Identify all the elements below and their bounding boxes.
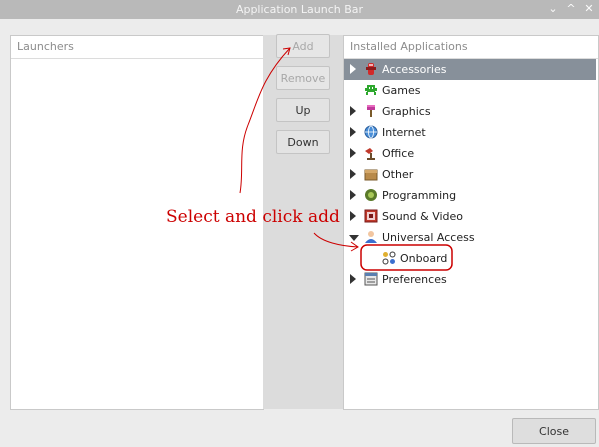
tree-item-label: Programming xyxy=(382,189,457,202)
tree-item-label: Accessories xyxy=(382,63,447,76)
title-bar: Application Launch Bar ⌄ ^ ✕ xyxy=(0,0,599,19)
sound-video-icon xyxy=(364,209,378,223)
tree-item-internet[interactable]: Internet xyxy=(344,122,596,143)
tree-item-graphics[interactable]: Graphics xyxy=(344,101,596,122)
tree-item-onboard[interactable]: Onboard xyxy=(344,248,596,269)
expander-arrow-icon[interactable] xyxy=(350,211,356,221)
games-icon xyxy=(365,85,377,95)
tree-item-office[interactable]: Office xyxy=(344,143,596,164)
tree-item-accessories[interactable]: Accessories xyxy=(344,59,596,80)
tree-item-games[interactable]: Games xyxy=(344,80,596,101)
remove-button[interactable]: Remove xyxy=(276,66,330,90)
internet-icon xyxy=(364,125,378,139)
universal-access-icon xyxy=(365,231,377,243)
tree-item-label: Other xyxy=(382,168,414,181)
programming-icon xyxy=(365,189,377,201)
tree-item-label: Onboard xyxy=(400,252,448,265)
maximize-icon[interactable]: ^ xyxy=(562,1,580,17)
close-button[interactable]: Close xyxy=(512,418,596,444)
application-tree[interactable]: Accessories Games Graphics Internet Offi… xyxy=(344,59,596,290)
expander-arrow-icon[interactable] xyxy=(350,274,356,284)
expander-arrow-icon[interactable] xyxy=(350,148,356,158)
other-icon xyxy=(364,169,378,181)
expander-arrow-icon[interactable] xyxy=(350,127,356,137)
tree-item-label: Universal Access xyxy=(382,231,475,244)
tree-item-programming[interactable]: Programming xyxy=(344,185,596,206)
accessories-icon xyxy=(366,63,376,75)
tree-item-label: Office xyxy=(382,147,415,160)
office-icon xyxy=(365,148,375,160)
graphics-icon xyxy=(367,105,375,117)
window-title: Application Launch Bar xyxy=(235,3,364,16)
tree-item-universal-access[interactable]: Universal Access xyxy=(344,227,596,248)
tree-item-label: Graphics xyxy=(382,105,431,118)
tree-item-preferences[interactable]: Preferences xyxy=(344,269,596,290)
expander-arrow-icon[interactable] xyxy=(350,106,356,116)
tree-item-label: Sound & Video xyxy=(382,210,464,223)
minimize-icon[interactable]: ⌄ xyxy=(544,1,562,17)
onboard-icon xyxy=(382,251,396,265)
expander-arrow-icon[interactable] xyxy=(350,64,356,74)
expander-arrow-icon[interactable] xyxy=(350,169,356,179)
tree-item-other[interactable]: Other xyxy=(344,164,596,185)
installed-applications-header: Installed Applications xyxy=(344,36,598,59)
annotation-text: Select and click add xyxy=(166,207,340,227)
preferences-icon xyxy=(364,272,378,286)
expander-arrow-icon[interactable] xyxy=(350,190,356,200)
tree-item-label: Preferences xyxy=(382,273,447,286)
tree-item-label: Games xyxy=(382,84,421,97)
down-button[interactable]: Down xyxy=(276,130,330,154)
close-icon[interactable]: ✕ xyxy=(580,1,598,17)
expander-arrow-icon[interactable] xyxy=(349,235,359,241)
tree-item-label: Internet xyxy=(382,126,426,139)
up-button[interactable]: Up xyxy=(276,98,330,122)
tree-item-sound-video[interactable]: Sound & Video xyxy=(344,206,596,227)
add-button[interactable]: Add xyxy=(276,34,330,58)
launchers-header: Launchers xyxy=(11,36,263,59)
